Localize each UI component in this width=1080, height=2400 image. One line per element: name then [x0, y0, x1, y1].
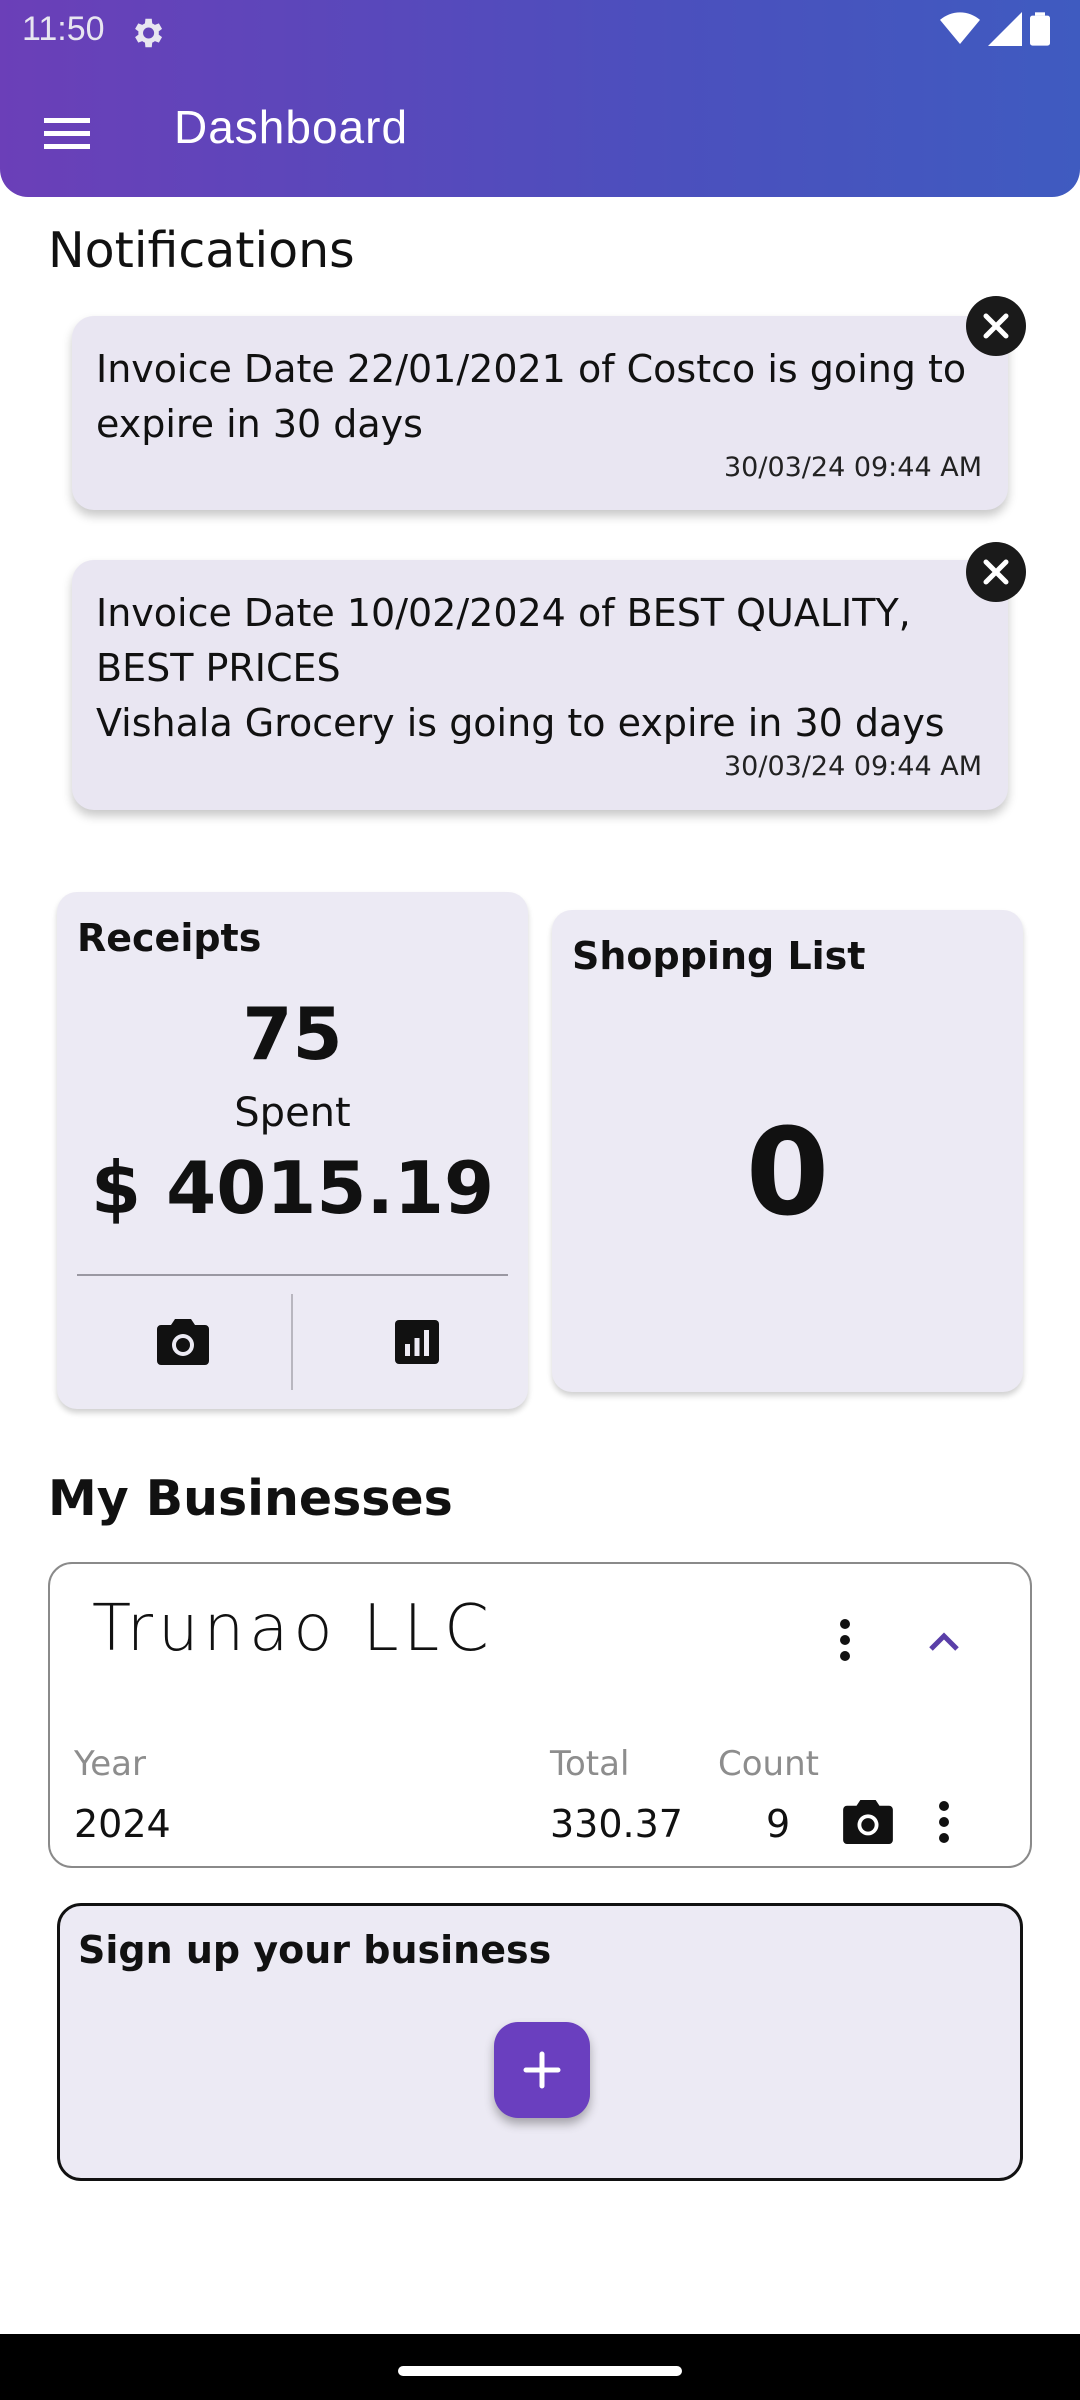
count-label: Count: [718, 1744, 819, 1784]
collapse-button[interactable]: [916, 1614, 972, 1670]
menu-button[interactable]: [40, 106, 94, 160]
add-business-button[interactable]: [494, 2022, 590, 2118]
system-navigation-bar: [0, 2334, 1080, 2400]
receipts-stats-button[interactable]: [379, 1312, 455, 1372]
year-row-menu-button[interactable]: [924, 1792, 964, 1852]
shopping-list-count: 0: [745, 1104, 830, 1243]
battery-icon: [1030, 12, 1050, 50]
business-menu-button[interactable]: [820, 1610, 870, 1670]
status-icons: [940, 12, 1050, 50]
more-vert-icon: [939, 1801, 949, 1843]
notification-text: Invoice Date 22/01/2021 of Costco is goi…: [96, 347, 967, 446]
count-value: 9: [766, 1802, 791, 1846]
notification-time: 30/03/24 09:44 AM: [723, 452, 982, 483]
spent-value: $ 4015.19: [90, 1146, 495, 1230]
signup-business-card: Sign up your business: [57, 1903, 1023, 2181]
receipts-count: 75: [242, 992, 343, 1076]
menu-icon: [44, 118, 90, 149]
notification-card[interactable]: Invoice Date 10/02/2024 of BEST QUALITY,…: [72, 560, 1008, 810]
wifi-icon: [940, 12, 980, 50]
year-value: 2024: [74, 1802, 171, 1846]
camera-icon: [157, 1319, 209, 1365]
shopping-list-card[interactable]: Shopping List 0: [552, 910, 1023, 1392]
chart-icon: [395, 1320, 439, 1364]
notification-time: 30/03/24 09:44 AM: [723, 751, 982, 782]
notifications-heading: Notifications: [48, 222, 355, 279]
chevron-up-icon: [929, 1632, 959, 1651]
signal-icon: [988, 12, 1022, 50]
camera-icon: [843, 1800, 893, 1844]
year-label: Year: [74, 1744, 146, 1784]
divider: [291, 1294, 293, 1390]
notification-text: Invoice Date 10/02/2024 of BEST QUALITY,…: [96, 591, 945, 745]
notification-card[interactable]: Invoice Date 22/01/2021 of Costco is goi…: [72, 316, 1008, 510]
page-title: Dashboard: [174, 101, 409, 153]
scan-receipt-button[interactable]: [145, 1312, 221, 1372]
close-icon: [983, 313, 1009, 339]
spent-label: Spent: [234, 1090, 351, 1136]
more-vert-icon: [840, 1619, 850, 1661]
home-handle[interactable]: [398, 2366, 682, 2376]
dismiss-notification-button[interactable]: [966, 296, 1026, 356]
business-card[interactable]: Trunao LLC Year 2024 Total 330.37 Count …: [48, 1562, 1032, 1868]
receipts-title: Receipts: [77, 916, 262, 960]
app-bar: 11:50 Dashboard: [0, 0, 1080, 197]
business-scan-button[interactable]: [838, 1792, 898, 1852]
receipts-card[interactable]: Receipts 75 Spent $ 4015.19: [57, 892, 528, 1409]
total-label: Total: [550, 1744, 630, 1784]
business-name: Trunao LLC: [92, 1592, 494, 1666]
shopping-list-title: Shopping List: [572, 934, 866, 978]
gear-icon: [128, 14, 166, 52]
dismiss-notification-button[interactable]: [966, 542, 1026, 602]
signup-title: Sign up your business: [78, 1928, 552, 1972]
total-value: 330.37: [550, 1802, 683, 1846]
businesses-heading: My Businesses: [48, 1470, 453, 1527]
status-time: 11:50: [22, 10, 105, 48]
divider: [77, 1274, 508, 1276]
close-icon: [983, 559, 1009, 585]
plus-icon: [523, 2051, 561, 2089]
